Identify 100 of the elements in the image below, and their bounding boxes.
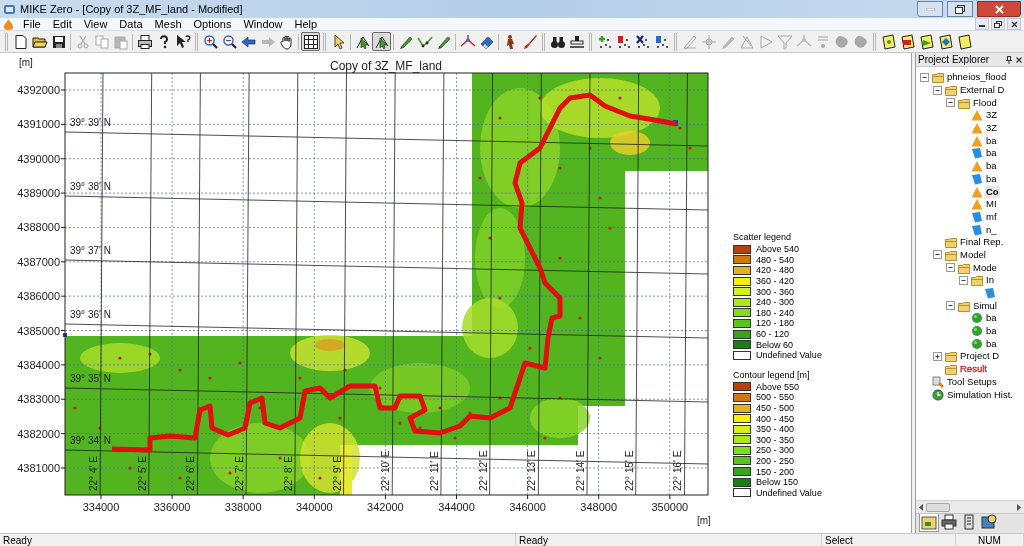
tree-item[interactable]: Simulation Hist. xyxy=(946,388,1014,401)
collapse-toggle-icon[interactable] xyxy=(946,98,955,108)
zoom-in-button[interactable] xyxy=(201,32,220,51)
longitude-label: 22° 4' E xyxy=(88,456,99,491)
tree-item[interactable]: Model xyxy=(959,248,987,261)
mdi-close-button[interactable] xyxy=(1007,18,1021,30)
tree-item[interactable]: Co xyxy=(985,185,1000,198)
tree-item[interactable]: mf xyxy=(985,210,998,223)
tree-item[interactable]: MI xyxy=(985,198,998,211)
y-axis-tick-label: 4385000 xyxy=(17,324,60,337)
page-bar-button[interactable] xyxy=(898,32,917,51)
scroll-right-icon[interactable] xyxy=(1016,503,1022,511)
y-axis-tick-label: 4383000 xyxy=(17,393,60,406)
tree-item[interactable]: ba xyxy=(985,325,998,338)
tree-item[interactable]: Flood xyxy=(972,96,998,109)
tree-item[interactable]: Mode xyxy=(972,261,998,274)
longitude-label: 22° 9' E xyxy=(331,456,343,491)
legend-label: 180 - 240 xyxy=(756,307,795,318)
menu-item[interactable]: File xyxy=(17,17,47,31)
page-dot-button[interactable] xyxy=(879,32,898,51)
close-icon[interactable] xyxy=(1016,56,1022,63)
crosshair-icon xyxy=(700,33,717,50)
legend-label: 360 - 420 xyxy=(756,276,795,287)
collapse-toggle-icon[interactable] xyxy=(946,263,955,273)
collapse-toggle-icon[interactable] xyxy=(933,250,942,260)
legend-label: Undefined Value xyxy=(756,487,822,498)
tree-item[interactable]: ba xyxy=(985,172,998,185)
menu-item[interactable]: Edit xyxy=(46,17,78,31)
tree-item[interactable]: 3Z xyxy=(985,109,999,122)
y-axis-tick-label: 4382000 xyxy=(17,427,60,440)
triangle-icon xyxy=(971,160,983,173)
tree-item[interactable]: Tool Setups xyxy=(946,375,998,388)
tree-item[interactable]: In xyxy=(985,274,995,287)
page-arrow-button[interactable] xyxy=(917,32,936,51)
mdi-restore-button[interactable] xyxy=(991,18,1005,30)
tree-item[interactable]: Final Rep. xyxy=(959,236,1005,249)
longitude-label: 22° 5' E xyxy=(136,456,148,491)
tree-item[interactable]: External D xyxy=(959,84,1006,97)
tree-item[interactable]: ba xyxy=(985,134,998,147)
scroll-left-icon[interactable] xyxy=(918,503,924,511)
funnel-icon xyxy=(776,33,793,50)
minimize-icon xyxy=(925,7,935,11)
y-axis-tick-label: 4391000 xyxy=(17,118,60,131)
legend-label: 60 - 120 xyxy=(756,329,790,340)
brush-icon xyxy=(521,33,538,50)
pin-icon[interactable] xyxy=(1006,55,1012,64)
vertex-pointer-button[interactable] xyxy=(372,32,391,51)
tree-item[interactable]: 3Z xyxy=(985,122,999,135)
legend-label: Undefined Value xyxy=(756,350,822,361)
menu-item[interactable]: Options xyxy=(187,17,238,31)
legend-label: 200 - 250 xyxy=(756,456,795,466)
collapse-toggle-icon[interactable] xyxy=(920,72,929,82)
tree-item[interactable]: Project D xyxy=(959,350,1001,363)
collapse-toggle-icon[interactable] xyxy=(933,85,942,95)
tree-item[interactable]: ba xyxy=(985,337,998,350)
grid-button[interactable] xyxy=(301,32,320,51)
printer-tab[interactable] xyxy=(939,514,959,530)
tree-item[interactable]: ba xyxy=(985,147,998,160)
close-button[interactable] xyxy=(977,1,1021,17)
triangle-icon xyxy=(971,109,983,122)
expand-toggle-icon[interactable] xyxy=(933,351,942,361)
mdi-minimize-button[interactable] xyxy=(975,18,989,30)
legend-label: 240 - 300 xyxy=(756,297,795,308)
pencil-icon xyxy=(681,33,698,50)
tree-item[interactable]: Simul xyxy=(972,299,998,312)
copy-icon xyxy=(93,33,110,50)
y-axis-tick-label: 4386000 xyxy=(17,290,60,303)
tree-item[interactable]: phneios_flood xyxy=(946,71,1008,84)
printer-button[interactable] xyxy=(135,32,154,51)
menu-item[interactable]: Data xyxy=(113,17,149,31)
maximize-button[interactable] xyxy=(947,1,973,17)
menu-item[interactable]: Window xyxy=(237,17,289,31)
longitude-label: 22° 11' E xyxy=(428,451,440,491)
scrollbar-thumb[interactable] xyxy=(926,502,950,512)
menu-item[interactable]: Mesh xyxy=(148,17,188,31)
collapse-toggle-icon[interactable] xyxy=(959,275,968,285)
tree-item[interactable]: ba xyxy=(985,160,998,173)
legend-label: 250 - 300 xyxy=(756,445,795,456)
file-icon[interactable] xyxy=(984,287,996,300)
horizontal-scrollbar[interactable] xyxy=(916,500,1024,513)
tree-item[interactable]: Result xyxy=(959,363,988,376)
legend-label: 120 - 180 xyxy=(756,318,795,329)
close-icon xyxy=(994,4,1004,14)
tree-item[interactable]: n_ xyxy=(985,223,998,236)
menu-item[interactable]: Help xyxy=(288,17,324,31)
y-axis-tick-label: 4384000 xyxy=(17,358,60,371)
page-diamond-button[interactable] xyxy=(936,32,955,51)
menu-item[interactable]: View xyxy=(77,17,114,31)
file-icon xyxy=(971,172,983,185)
folder-icon xyxy=(958,96,970,109)
folder-icon xyxy=(945,84,957,97)
zoom-out-button[interactable] xyxy=(220,32,239,51)
page-button[interactable] xyxy=(955,32,974,51)
triangle-icon xyxy=(971,198,983,211)
tree-item[interactable]: ba xyxy=(985,312,998,325)
legend-label: Above 540 xyxy=(756,244,800,255)
folder-tab[interactable] xyxy=(919,514,939,532)
collapse-toggle-icon[interactable] xyxy=(946,301,955,311)
globe-tab[interactable] xyxy=(979,514,999,530)
page-icon xyxy=(956,33,973,50)
